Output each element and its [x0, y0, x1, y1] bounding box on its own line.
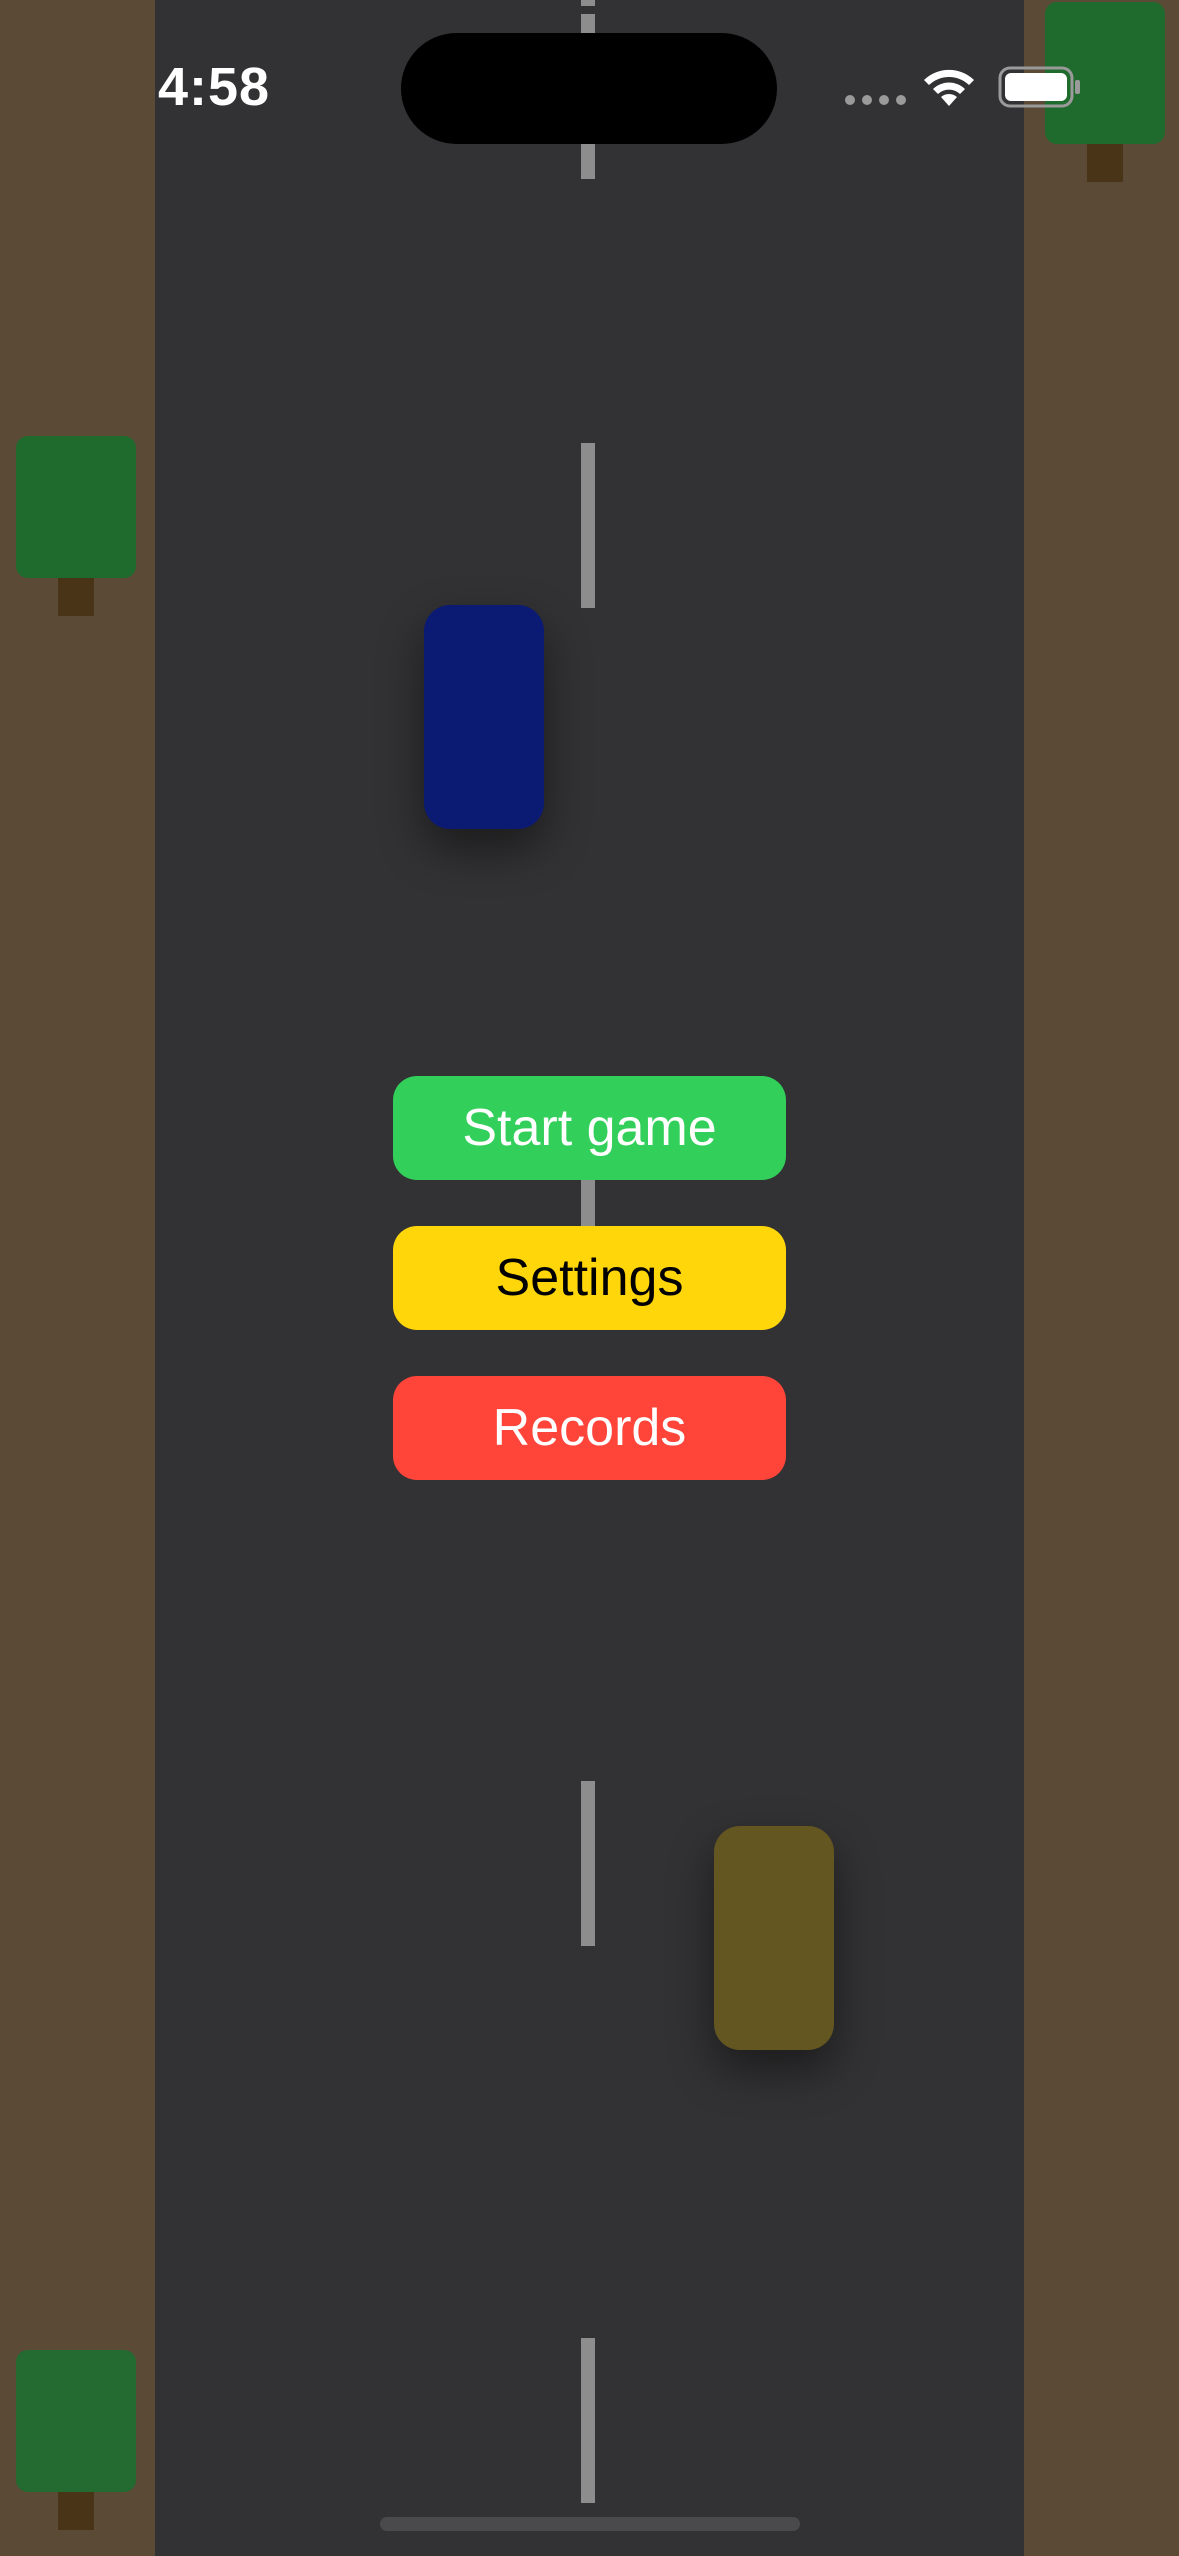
settings-button[interactable]: Settings: [393, 1226, 786, 1330]
lane-marking: [581, 2338, 595, 2503]
tree-crown: [16, 2350, 136, 2492]
car-olive: [714, 1826, 834, 2050]
cellular-signal-icon: [845, 95, 906, 105]
lane-marking: [581, 0, 595, 6]
tree-trunk: [58, 578, 94, 616]
lane-marking: [581, 1781, 595, 1946]
tree: [16, 436, 136, 616]
start-game-button[interactable]: Start game: [393, 1076, 786, 1180]
tree-trunk: [1087, 144, 1123, 182]
game-screen: 4:58 Start game Settings Records: [0, 0, 1179, 2556]
dynamic-island: [401, 33, 777, 144]
car-blue: [424, 605, 544, 829]
tree-crown: [16, 436, 136, 578]
tree: [16, 0, 136, 6]
roadside-right: [1024, 0, 1179, 2556]
battery-icon: [998, 66, 1080, 108]
tree: [16, 2350, 136, 2530]
status-time: 4:58: [158, 57, 271, 117]
roadside-left: [0, 0, 155, 2556]
wifi-icon: [924, 69, 974, 106]
records-button[interactable]: Records: [393, 1376, 786, 1480]
lane-marking: [581, 443, 595, 608]
home-indicator[interactable]: [380, 2517, 800, 2531]
tree-trunk: [58, 2492, 94, 2530]
